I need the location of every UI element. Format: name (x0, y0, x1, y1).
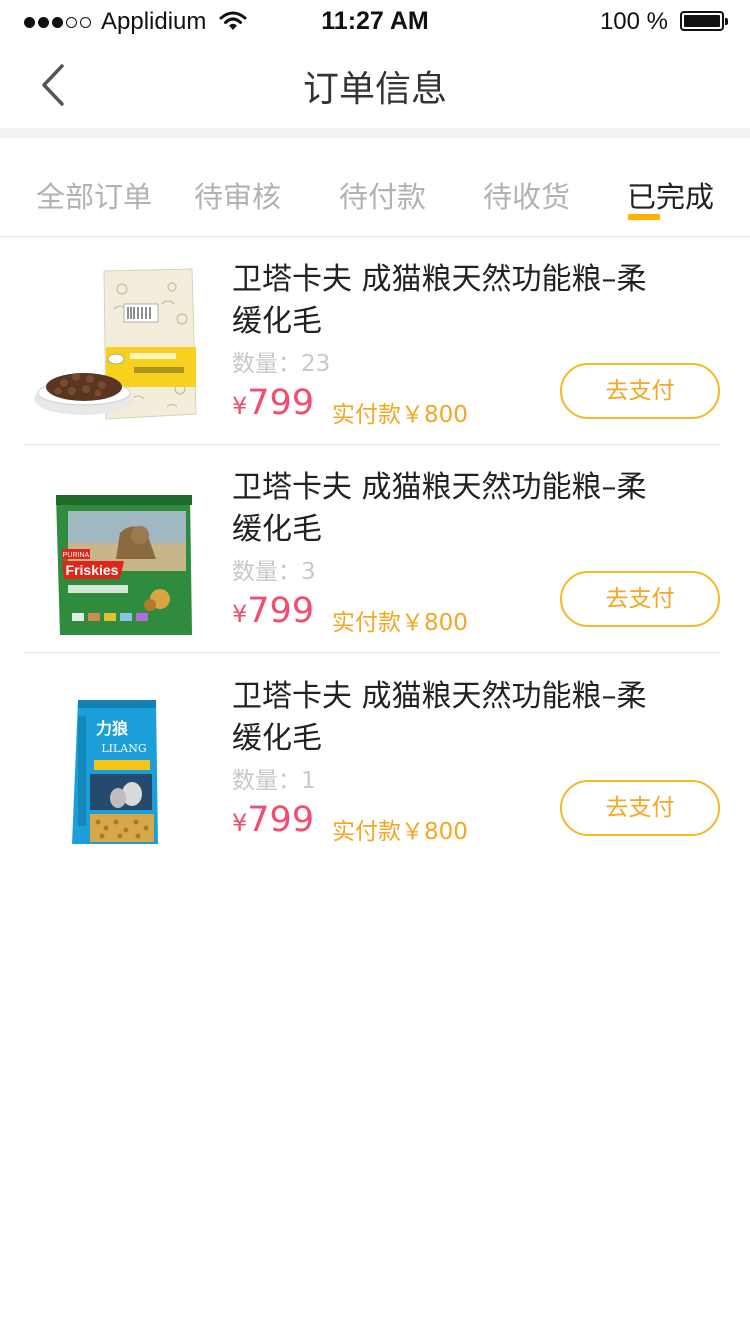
pay-button[interactable]: 去支付 (560, 363, 720, 419)
order-item: PURINA Friskies 卫塔卡夫 成猫粮天然功能粮–柔缓化毛 数量：3 … (0, 445, 750, 653)
lilang-brand-en-text: LILANG (101, 742, 146, 755)
status-bar: Applidium 11:27 AM 100 % (0, 0, 750, 44)
paid-amount: 实付款￥800 (332, 402, 468, 428)
battery-icon (680, 11, 728, 31)
unit-price: ¥799 (232, 800, 315, 840)
navigation-bar: 订单信息 (0, 44, 750, 128)
page-title: 订单信息 (302, 69, 447, 110)
product-image[interactable]: PURINA Friskies (32, 467, 202, 637)
tab-pending-payment[interactable]: 待付款 (339, 174, 426, 216)
tab-completed[interactable]: 已完成 (627, 174, 714, 216)
friskies-brand-text: Friskies (66, 562, 119, 578)
product-title: 卫塔卡夫 成猫粮天然功能粮–柔缓化毛 (232, 262, 647, 339)
pay-button[interactable]: 去支付 (560, 571, 720, 627)
product-title: 卫塔卡夫 成猫粮天然功能粮–柔缓化毛 (232, 470, 647, 547)
purina-brand-text: PURINA (63, 552, 90, 559)
quantity-text: 数量：23 (232, 351, 331, 377)
active-tab-indicator (628, 214, 660, 220)
order-status-tabs: 全部订单 待审核 待付款 待收货 已完成 (0, 138, 750, 237)
tab-pending-delivery[interactable]: 待收货 (483, 174, 570, 216)
quantity-text: 数量：1 (232, 768, 316, 794)
paid-amount: 实付款￥800 (332, 819, 468, 845)
pay-button[interactable]: 去支付 (560, 780, 720, 836)
order-item: 力狼 LILANG 卫塔卡夫 成猫粮天然功能粮–柔缓化毛 数量：1 ¥799 实… (0, 654, 750, 862)
section-separator (0, 128, 750, 138)
lilang-brand-cn-text: 力狼 (96, 719, 128, 738)
product-image[interactable] (32, 259, 202, 429)
product-image[interactable]: 力狼 LILANG (32, 676, 202, 846)
battery-percent: 100 % (599, 8, 668, 35)
paid-amount: 实付款￥800 (332, 610, 468, 636)
product-title: 卫塔卡夫 成猫粮天然功能粮–柔缓化毛 (232, 679, 647, 756)
unit-price: ¥799 (232, 591, 315, 631)
tab-all-orders[interactable]: 全部订单 (36, 174, 152, 216)
tab-pending-review[interactable]: 待审核 (194, 174, 281, 216)
divider (25, 652, 720, 653)
unit-price: ¥799 (232, 383, 315, 423)
quantity-text: 数量：3 (232, 559, 316, 585)
order-item: 卫塔卡夫 成猫粮天然功能粮–柔缓化毛 数量：23 ¥799 实付款￥800 去支… (0, 237, 750, 445)
